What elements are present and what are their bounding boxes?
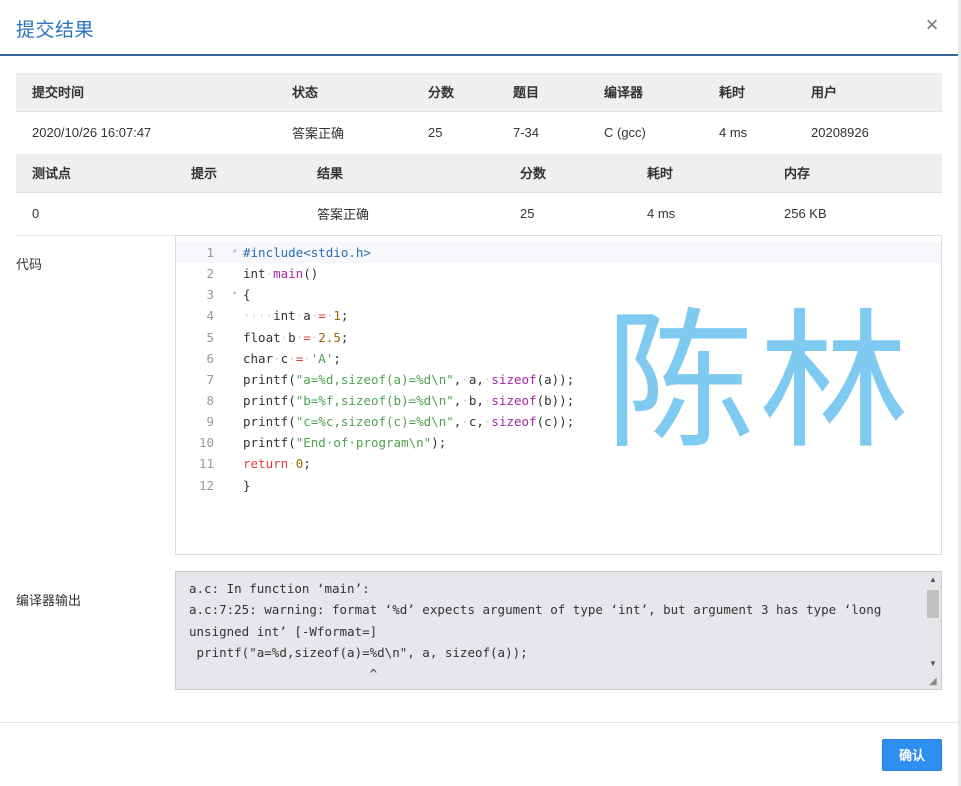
fold-arrow-icon[interactable]: ▾	[232, 284, 237, 305]
code-line: }	[243, 477, 251, 493]
line-number: 6	[206, 350, 214, 366]
line-number-gutter: 1 ▾ 2 3 ▾ 4 5 6 7 8 9 10 11 12	[176, 242, 237, 496]
line-number: 12	[198, 477, 214, 493]
code-line: return·0;	[243, 456, 311, 472]
code-line: printf("a=%d,sizeof(a)=%d\n",·a,·sizeof(…	[243, 371, 575, 387]
code-line: char·c·=·'A';	[243, 350, 341, 366]
resize-grip-icon[interactable]: ◢	[929, 677, 939, 687]
code-line: printf("b=%f,sizeof(b)=%d\n",·b,·sizeof(…	[243, 392, 575, 408]
dialog-title: 提交结果	[16, 20, 95, 41]
code-line: printf("c=%c,sizeof(c)=%d\n",·c,·sizeof(…	[243, 414, 575, 430]
code-line: float·b·=·2.5;	[243, 329, 349, 345]
column-header-score: 分数	[412, 73, 497, 112]
line-number: 7	[206, 371, 214, 387]
fold-arrow-icon[interactable]: ▾	[232, 242, 237, 263]
scroll-up-arrow-icon[interactable]: ▲	[926, 574, 940, 586]
compiler-output-textarea[interactable]: a.c: In function ‘main’: a.c:7:25: warni…	[175, 571, 942, 690]
compiler-output-text: a.c: In function ‘main’: a.c:7:25: warni…	[189, 581, 882, 689]
line-number: 10	[198, 435, 214, 451]
code-line: #include<stdio.h>	[243, 245, 371, 260]
confirm-button[interactable]: 确认	[882, 739, 942, 771]
code-line: printf("End·of·program\n");	[243, 435, 447, 451]
problem-link[interactable]: 7-34	[497, 111, 588, 155]
testpoint-id-cell: 0	[16, 192, 175, 236]
footer-divider	[0, 722, 958, 723]
submission-result-dialog: 提交结果 × 提交时间 状态 分数 题目 编译器 耗时 用户 2020/10/2…	[0, 0, 958, 786]
submit-time-cell: 2020/10/26 16:07:47	[16, 111, 276, 155]
column-header-hint: 提示	[175, 154, 301, 193]
column-header-elapsed: 耗时	[631, 154, 768, 193]
compiler-cell: C (gcc)	[588, 111, 703, 155]
column-header-elapsed: 耗时	[703, 73, 795, 112]
code-label: 代码	[16, 257, 43, 272]
column-header-score: 分数	[504, 154, 631, 193]
result-cell: 答案正确	[301, 192, 504, 236]
line-number: 4	[206, 308, 214, 324]
summary-header-row: 提交时间 状态 分数 题目 编译器 耗时 用户	[16, 73, 942, 112]
scroll-thumb[interactable]	[927, 590, 939, 618]
line-number: 11	[198, 456, 214, 472]
score-cell: 25	[504, 192, 631, 236]
column-header-user: 用户	[795, 73, 942, 112]
column-header-problem: 题目	[497, 73, 588, 112]
code-line: ····int·a·=·1;	[243, 308, 349, 324]
close-icon[interactable]: ×	[922, 13, 942, 37]
summary-table: 提交时间 状态 分数 题目 编译器 耗时 用户 2020/10/26 16:07…	[16, 73, 942, 155]
user-cell: 20208926	[795, 111, 942, 155]
status-cell: 答案正确	[276, 111, 412, 155]
line-number: 9	[206, 414, 214, 430]
elapsed-cell: 4 ms	[631, 192, 768, 236]
testpoint-header-row: 测试点 提示 结果 分数 耗时 内存	[16, 154, 942, 193]
testpoint-table: 测试点 提示 结果 分数 耗时 内存 0 答案正确 25 4 ms 256 KB	[16, 154, 942, 236]
watermark-name: 陈林	[605, 296, 914, 470]
dialog-header: 提交结果 ×	[0, 0, 958, 56]
column-header-compiler: 编译器	[588, 73, 703, 112]
line-number: 8	[206, 392, 214, 408]
scroll-down-arrow-icon[interactable]: ▼	[926, 658, 940, 670]
code-line: {	[243, 287, 251, 303]
memory-cell: 256 KB	[768, 192, 942, 236]
compiler-output-label: 编译器输出	[16, 593, 82, 608]
line-number: 1 ▾	[176, 242, 237, 263]
vertical-scrollbar[interactable]: ▲ ▼	[926, 574, 940, 670]
column-header-testpoint: 测试点	[16, 154, 175, 193]
hint-cell	[175, 192, 301, 236]
column-header-result: 结果	[301, 154, 504, 193]
column-header-memory: 内存	[768, 154, 942, 193]
score-cell: 25	[412, 111, 497, 155]
line-number: 3 ▾	[176, 284, 237, 305]
column-header-status: 状态	[276, 73, 412, 112]
column-header-submit-time: 提交时间	[16, 73, 276, 112]
code-line: int·main()	[243, 266, 319, 282]
line-number: 5	[206, 329, 214, 345]
code-lines: #include<stdio.h> int·main() { ····int·a·=·…	[243, 242, 574, 496]
elapsed-cell: 4 ms	[703, 111, 795, 155]
line-number: 2	[206, 266, 214, 282]
table-row: 2020/10/26 16:07:47 答案正确 25 7-34 C (gcc)…	[16, 111, 942, 155]
table-row: 0 答案正确 25 4 ms 256 KB	[16, 192, 942, 236]
